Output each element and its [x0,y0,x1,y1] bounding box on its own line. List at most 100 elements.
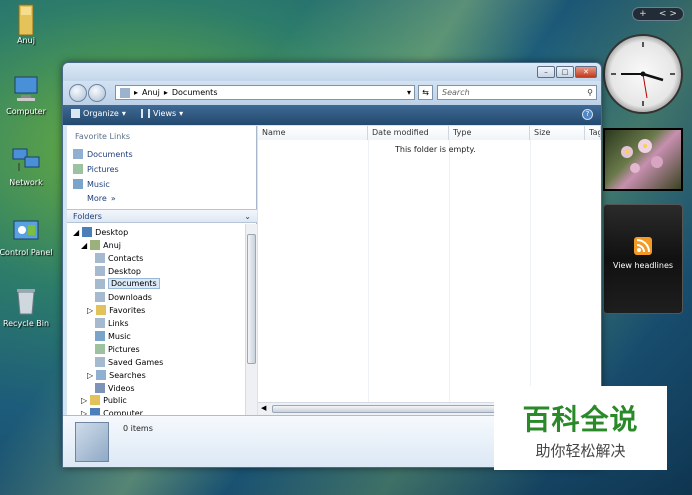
minimize-button[interactable]: – [537,66,555,78]
tree-item-music[interactable]: Music [95,331,131,341]
desktop-icon-label: Computer [6,107,46,116]
desktop-icon-label: Control Panel [0,248,53,257]
tree-item-links[interactable]: Links [95,318,129,328]
star-folder-icon [96,305,107,315]
clock-gadget[interactable] [603,34,683,114]
favorite-link-documents[interactable]: Documents [73,149,133,159]
tree-item-label: Videos [108,383,135,393]
tree-item-videos[interactable]: Videos [95,383,135,393]
tree-item-documents[interactable]: Documents [95,278,160,289]
column-header-tags[interactable]: Tag [585,126,601,140]
desktop-icon-network[interactable]: Network [0,145,54,187]
column-header-size[interactable]: Size [530,126,585,140]
folders-scrollbar[interactable] [245,224,257,416]
computer-icon [11,74,41,104]
expand-arrow-icon: ◢ [73,227,80,237]
scrollbar-thumb[interactable] [247,234,256,364]
feed-headlines-gadget[interactable]: View headlines [603,204,683,314]
empty-folder-message: This folder is empty. [395,145,476,154]
folder-icon [95,253,105,263]
watermark-subtitle: 助你轻松解决 [535,442,626,460]
slideshow-gadget[interactable] [603,128,683,191]
column-divider [449,140,450,402]
desktop-icon-label: Anuj [17,36,35,45]
videos-icon [95,383,105,393]
file-list-pane: Name Date modified Type Size Tag This fo… [258,126,601,416]
column-divider [368,140,369,402]
views-icon [141,109,150,118]
tree-item-pictures[interactable]: Pictures [95,344,140,354]
chevron-down-icon: ▾ [179,109,184,118]
music-icon [95,331,105,341]
organize-button[interactable]: Organize ▾ [71,109,126,118]
tree-item-label: Searches [109,370,146,380]
title-bar[interactable]: – □ ✕ [63,63,601,81]
maximize-button[interactable]: □ [556,66,574,78]
scroll-left-icon[interactable]: ◀ [261,404,266,412]
back-button[interactable] [69,84,87,102]
tree-item-label: Saved Games [108,357,164,367]
add-gadget-button[interactable]: + [639,9,647,19]
column-header-type[interactable]: Type [449,126,530,140]
favorite-link-label: Documents [87,149,133,159]
tree-item-desktop[interactable]: ◢ Desktop [73,227,128,237]
search-input[interactable]: Search ⚲ [437,85,597,100]
expand-arrow-icon: ◢ [81,240,88,250]
tree-item-contacts[interactable]: Contacts [95,253,143,263]
refresh-button[interactable]: ⇆ [418,85,433,100]
collapse-arrow-icon: ▷ [87,370,94,380]
tree-item-saved-games[interactable]: Saved Games [95,357,163,367]
tree-item-favorites[interactable]: ▷ Favorites [87,305,145,315]
more-label: More [87,194,107,203]
desktop-icon-recycle-bin[interactable]: Recycle Bin [0,286,54,328]
chevron-down-icon: ▾ [121,109,126,118]
pictures-icon [95,344,105,354]
address-bar[interactable]: ▸ Anuj ▸ Documents ▾ [115,85,415,100]
gadget-nav-buttons[interactable]: < > [659,9,677,19]
tree-item-label: Contacts [108,253,144,263]
folders-header[interactable]: Folders ⌄ [67,209,257,223]
tree-item-desktop-sub[interactable]: Desktop [95,266,141,276]
tree-item-searches[interactable]: ▷ Searches [87,370,146,380]
desktop-icon-computer[interactable]: Computer [0,74,54,116]
rss-icon [634,237,652,255]
watermark-title: 百科全说 [522,403,639,436]
breadcrumb-anuj[interactable]: Anuj [142,88,160,97]
sidebar-gadget-bar[interactable]: + < > [632,7,684,21]
breadcrumb-documents[interactable]: Documents [172,88,218,97]
address-dropdown-icon[interactable]: ▾ [407,88,411,97]
documents-icon [73,149,83,159]
double-chevron-icon: » [110,194,116,203]
music-icon [73,179,83,189]
breadcrumb-separator-icon: ▸ [163,88,168,97]
tree-item-label: Documents [108,278,160,289]
desktop-icon-control-panel[interactable]: Control Panel [0,215,54,257]
column-header-date-modified[interactable]: Date modified [368,126,449,140]
close-button[interactable]: ✕ [575,66,597,78]
folder-preview-icon [75,422,109,462]
tree-item-downloads[interactable]: Downloads [95,292,152,302]
help-icon[interactable]: ? [582,109,593,120]
views-button[interactable]: Views ▾ [141,109,183,118]
search-icon: ⚲ [587,88,593,97]
collapse-arrow-icon: ▷ [81,395,88,405]
desktop-icon-anuj[interactable]: Anuj [0,3,54,45]
more-links-button[interactable]: More » [87,194,116,203]
tree-item-label: Pictures [108,344,140,354]
favorite-link-music[interactable]: Music [73,179,110,189]
view-headlines-link[interactable]: View headlines [604,261,682,270]
breadcrumb-separator-icon: ▸ [134,88,139,97]
folder-icon [95,278,105,289]
column-header-name[interactable]: Name [258,126,368,140]
search-placeholder: Search [442,88,470,97]
tree-item-public[interactable]: ▷ Public [81,395,127,405]
forward-button[interactable] [88,84,106,102]
control-panel-icon [11,215,41,245]
desktop-icon-label: Recycle Bin [2,319,50,328]
column-divider [530,140,531,402]
navigation-bar: ▸ Anuj ▸ Documents ▾ ⇆ Search ⚲ [63,81,601,105]
organize-icon [71,109,80,118]
tree-item-anuj[interactable]: ◢ Anuj [81,240,121,250]
folder-icon [120,87,130,98]
favorite-link-pictures[interactable]: Pictures [73,164,119,174]
